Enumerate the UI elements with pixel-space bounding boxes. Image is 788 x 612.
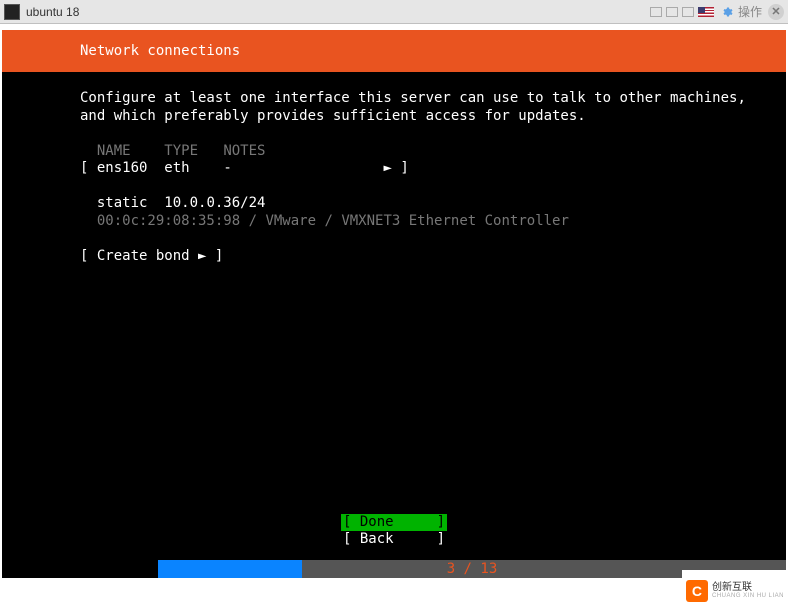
create-bond-label: Create bond (97, 248, 190, 264)
progress-fill (158, 560, 302, 578)
window-titlebar: ubuntu 18 操作 ✕ (0, 0, 788, 24)
titlebar-decor-2[interactable] (666, 7, 678, 17)
col-type: TYPE (164, 143, 198, 159)
titlebar-decor-1[interactable] (650, 7, 662, 17)
installer-body: Configure at least one interface this se… (2, 72, 786, 265)
iface-type: eth (164, 160, 189, 176)
instructions-line-1: Configure at least one interface this se… (80, 90, 746, 106)
titlebar-decor-3[interactable] (682, 7, 694, 17)
back-button[interactable]: Back (341, 531, 447, 548)
iface-name: ens160 (97, 160, 148, 176)
col-notes: NOTES (223, 143, 265, 159)
col-name: NAME (97, 143, 131, 159)
iface-mac: 00:0c:29:08:35:98 (97, 213, 240, 229)
progress-label: 3 / 13 (447, 561, 498, 577)
instructions-line-2: and which preferably provides sufficient… (80, 108, 586, 124)
done-button[interactable]: Done (341, 514, 447, 531)
iface-notes: - (223, 160, 231, 176)
done-label: Done (360, 514, 394, 530)
app-icon (4, 4, 20, 20)
locale-flag-icon[interactable] (698, 7, 714, 17)
watermark: C 创新互联 CHUANG XIN HU LIAN (682, 570, 788, 612)
watermark-logo-icon: C (686, 580, 708, 602)
iface-vendor: VMware (265, 213, 316, 229)
installer-title: Network connections (80, 43, 240, 59)
create-bond-button[interactable]: [ Create bond ► ] (80, 248, 786, 266)
back-label: Back (360, 531, 394, 547)
window-title: ubuntu 18 (26, 5, 79, 19)
watermark-sub: CHUANG XIN HU LIAN (712, 593, 784, 599)
installer-buttons: Done Back (2, 514, 786, 548)
installer-header: Network connections (2, 30, 786, 72)
installer-window: Network connections Configure at least o… (2, 30, 786, 578)
watermark-brand: 创新互联 (712, 582, 752, 593)
iface-model: VMXNET3 Ethernet Controller (341, 213, 569, 229)
chevron-right-icon: ► (383, 160, 391, 176)
close-icon[interactable]: ✕ (768, 4, 784, 20)
iface-config-mode: static (97, 195, 148, 211)
interface-row[interactable]: [ ens160 eth - ► ] (80, 160, 786, 178)
hint-text-visible: Select an interface to configure it or s… (80, 592, 603, 608)
gear-icon[interactable] (720, 5, 734, 19)
iface-address: 10.0.0.36/24 (164, 195, 265, 211)
titlebar-action-label[interactable]: 操作 (738, 3, 762, 20)
chevron-right-icon: ► (198, 248, 206, 264)
